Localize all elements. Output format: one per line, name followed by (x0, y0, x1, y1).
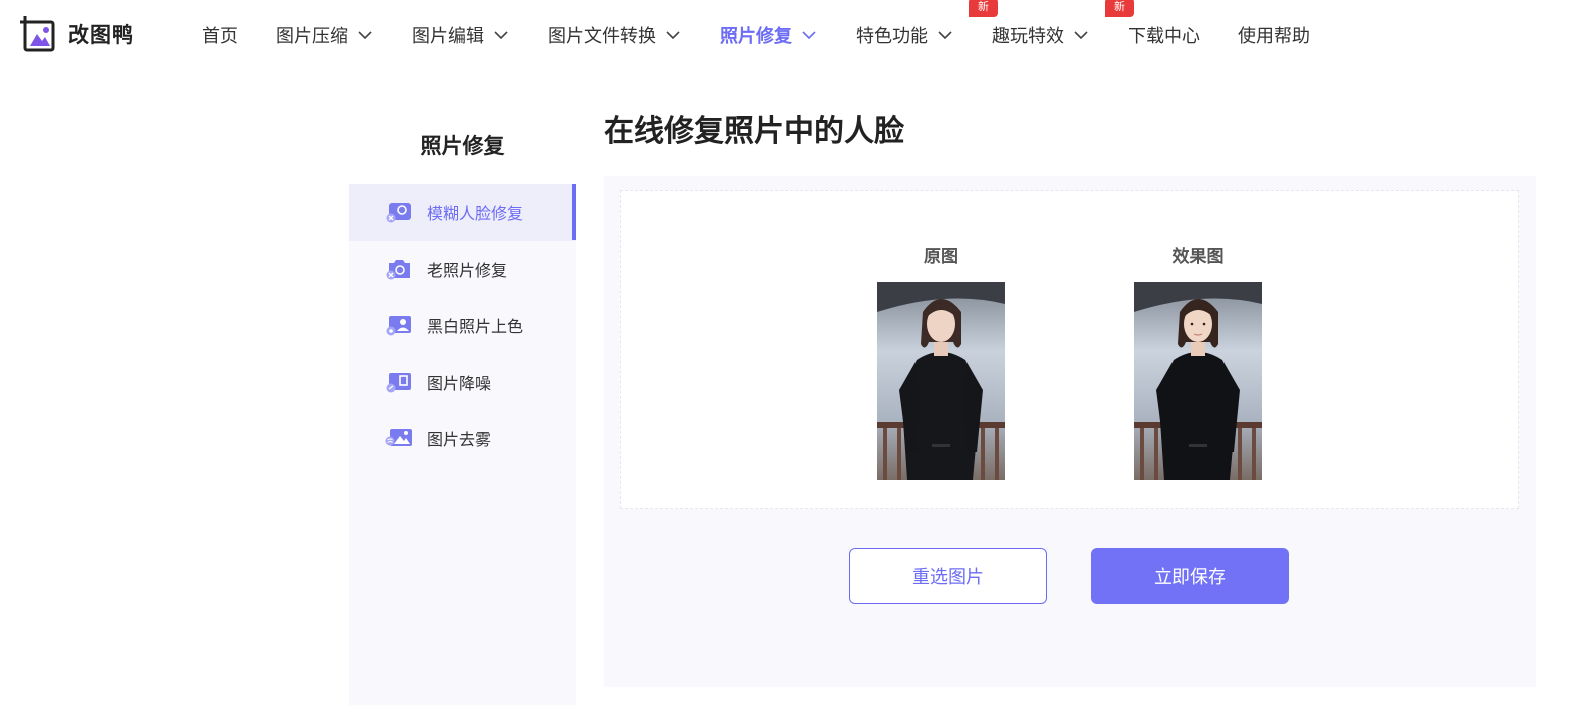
sidebar-item-label: 老照片修复 (427, 260, 508, 280)
sidebar-item-denoise[interactable]: 图片降噪 (349, 354, 576, 411)
sidebar-item-colorize[interactable]: 黑白照片上色 (349, 297, 576, 354)
nav-item-photo-repair[interactable]: 照片修复 (720, 22, 818, 48)
result-label: 效果图 (1172, 247, 1224, 267)
colorize-icon (386, 316, 411, 336)
main-nav: 首页 图片压缩 图片编辑 图片文件转换 照片修复 特色功能 新 趣玩特效 新 下… (202, 0, 1348, 70)
logo-icon (20, 16, 55, 52)
denoise-icon (386, 372, 411, 393)
original-image (877, 282, 1005, 480)
nav-label: 图片文件转换 (548, 26, 656, 47)
sidebar-item-label: 模糊人脸修复 (427, 204, 524, 224)
nav-item-fun-effects[interactable]: 趣玩特效 新 (992, 0, 1134, 48)
page-title: 在线修复照片中的人脸 (604, 114, 904, 149)
nav-item-download[interactable]: 下载中心 (1128, 22, 1200, 48)
sidebar: 照片修复 模糊人脸修复 老照片修复 黑白照片上色 图片降噪 图片去雾 (349, 100, 576, 705)
save-now-button[interactable]: 立即保存 (1091, 548, 1289, 604)
nav-label: 照片修复 (720, 26, 792, 47)
nav-item-home[interactable]: 首页 (202, 22, 238, 48)
old-photo-icon (386, 259, 410, 280)
sidebar-title: 照片修复 (420, 134, 505, 158)
chevron-down-icon (1074, 31, 1088, 40)
chevron-down-icon (494, 31, 508, 40)
sidebar-item-dehaze[interactable]: 图片去雾 (349, 410, 576, 467)
nav-label: 首页 (202, 26, 238, 47)
sidebar-item-old-photo-repair[interactable]: 老照片修复 (349, 241, 576, 298)
main-panel: 原图 效果图 重选图片 立即保存 (604, 176, 1536, 687)
nav-item-help[interactable]: 使用帮助 (1238, 22, 1310, 48)
nav-label: 趣玩特效 (992, 26, 1064, 47)
chevron-down-icon (358, 31, 372, 40)
sidebar-item-label: 图片降噪 (427, 373, 492, 393)
sidebar-item-label: 黑白照片上色 (427, 317, 524, 337)
dehaze-icon (385, 429, 412, 447)
nav-item-convert[interactable]: 图片文件转换 (548, 22, 682, 48)
logo[interactable]: 改图鸭 (20, 16, 134, 52)
preview-area: 原图 效果图 (620, 190, 1519, 509)
chevron-down-icon (666, 31, 680, 40)
sidebar-item-blur-face-repair[interactable]: 模糊人脸修复 (349, 184, 576, 241)
nav-label: 图片压缩 (276, 26, 348, 47)
sidebar-item-label: 图片去雾 (427, 430, 492, 450)
nav-label: 图片编辑 (412, 26, 484, 47)
nav-label: 下载中心 (1128, 26, 1200, 47)
chevron-down-icon (938, 31, 952, 40)
new-badge: 新 (969, 0, 998, 17)
nav-label: 使用帮助 (1238, 26, 1310, 47)
blur-face-icon (386, 203, 411, 223)
nav-item-features[interactable]: 特色功能 新 (856, 0, 998, 48)
reselect-image-button[interactable]: 重选图片 (849, 548, 1047, 604)
top-navbar: 改图鸭 首页 图片压缩 图片编辑 图片文件转换 照片修复 特色功能 新 趣玩特效 (0, 0, 1586, 70)
new-badge: 新 (1105, 0, 1134, 17)
original-label: 原图 (924, 247, 958, 267)
result-image (1134, 282, 1262, 480)
nav-label: 特色功能 (856, 26, 928, 47)
chevron-down-icon (802, 31, 816, 40)
logo-text: 改图鸭 (68, 23, 134, 47)
sidebar-list: 模糊人脸修复 老照片修复 黑白照片上色 图片降噪 图片去雾 (349, 184, 576, 467)
nav-item-edit[interactable]: 图片编辑 (412, 22, 510, 48)
nav-item-compress[interactable]: 图片压缩 (276, 22, 374, 48)
